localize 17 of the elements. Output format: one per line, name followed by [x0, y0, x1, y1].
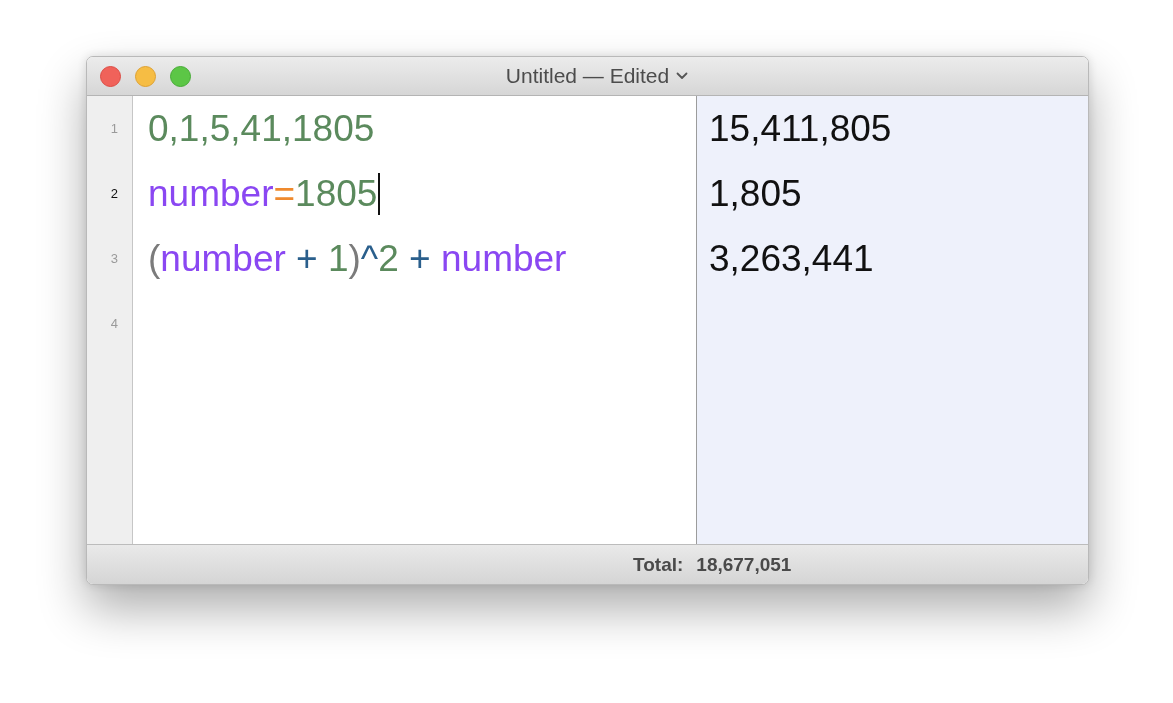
chevron-down-icon[interactable]	[676, 72, 689, 80]
code-line: number=1805	[148, 171, 378, 216]
code-line: 0,1,5,41,1805	[148, 106, 375, 151]
code-line: (number + 1)^2 + number	[148, 236, 567, 281]
line-number: 1	[109, 120, 119, 138]
window-title: Untitled — Edited	[505, 64, 670, 88]
line-number: 2	[109, 185, 119, 203]
line-number: 3	[109, 250, 119, 268]
result-value: 15,411,805	[709, 107, 892, 150]
minimize-button[interactable]	[135, 65, 156, 87]
line-number: 4	[109, 315, 119, 333]
result-value: 3,263,441	[709, 237, 874, 280]
close-button[interactable]	[100, 65, 121, 87]
result-value: 1,805	[709, 172, 802, 215]
total-value: 18,677,051	[696, 553, 792, 576]
total-label: Total:	[633, 553, 684, 576]
zoom-button[interactable]	[170, 65, 191, 87]
